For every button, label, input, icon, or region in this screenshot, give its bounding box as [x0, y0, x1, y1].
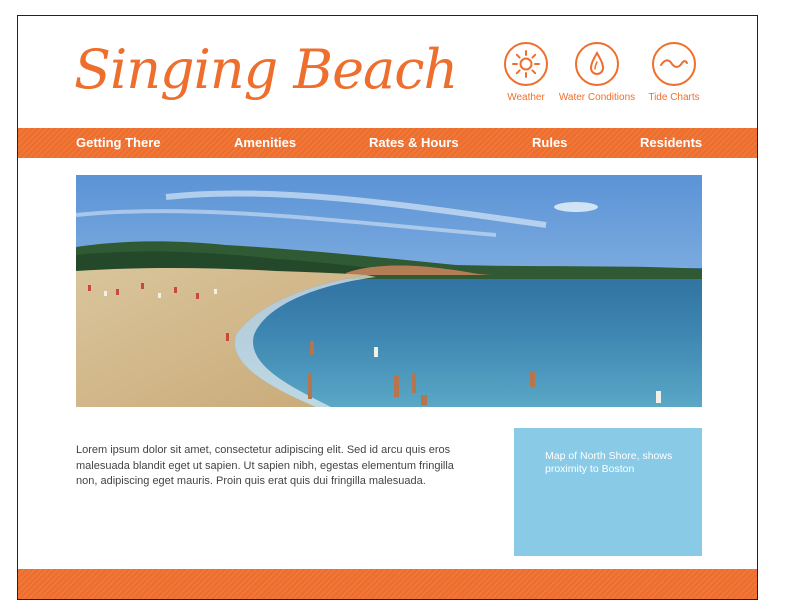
water-drop-icon	[575, 42, 619, 86]
sun-icon	[504, 42, 548, 86]
map-caption: Map of North Shore, shows proximity to B…	[545, 450, 673, 475]
nav-getting-there[interactable]: Getting There	[76, 128, 161, 158]
site-logo[interactable]: Singing Beach	[74, 38, 458, 101]
tide-charts-link[interactable]: Tide Charts	[624, 42, 724, 103]
nav-rules[interactable]: Rules	[532, 128, 567, 158]
nav-rates-hours[interactable]: Rates & Hours	[369, 128, 459, 158]
main-nav: Getting There Amenities Rates & Hours Ru…	[18, 128, 757, 158]
intro-paragraph: Lorem ipsum dolor sit amet, consectetur …	[76, 444, 454, 487]
page-frame: Singing Beach Weather Water Conditions T…	[17, 15, 758, 600]
footer-band	[18, 569, 757, 599]
nav-residents[interactable]: Residents	[640, 128, 702, 158]
nav-amenities[interactable]: Amenities	[234, 128, 296, 158]
tide-charts-label: Tide Charts	[648, 92, 700, 103]
map-placeholder[interactable]: Map of North Shore, shows proximity to B…	[514, 428, 702, 556]
wave-icon	[652, 42, 696, 86]
hero-beach-photo	[76, 175, 702, 407]
